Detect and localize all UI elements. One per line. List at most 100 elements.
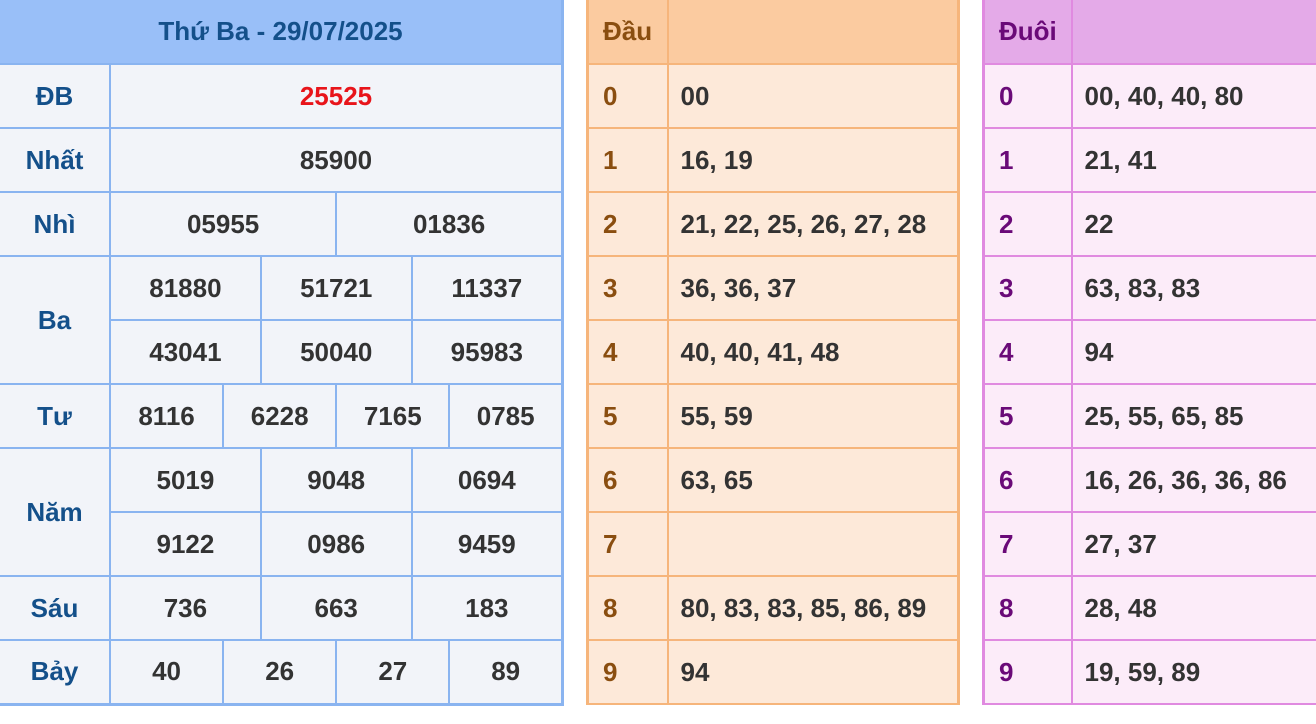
prize-value: 0694 — [410, 447, 564, 513]
duoi-values: 27, 37 — [1070, 511, 1316, 577]
dau-values: 55, 59 — [666, 383, 960, 449]
prize-value: 50040 — [259, 319, 413, 385]
duoi-row: 7 27, 37 — [982, 511, 1316, 577]
duoi-digit: 2 — [982, 191, 1073, 257]
duoi-values: 22 — [1070, 191, 1316, 257]
prize-value: 0986 — [259, 511, 413, 577]
dau-values: 40, 40, 41, 48 — [666, 319, 960, 385]
prize-row-nhat: Nhất 85900 — [0, 127, 564, 193]
dau-row: 8 80, 83, 83, 85, 86, 89 — [586, 575, 960, 641]
dau-row: 6 63, 65 — [586, 447, 960, 513]
dau-header: Đầu — [586, 0, 669, 65]
prize-value: 7165 — [335, 383, 451, 449]
duoi-values: 21, 41 — [1070, 127, 1316, 193]
duoi-values: 94 — [1070, 319, 1316, 385]
dau-table: Đầu 0 00 1 16, 19 2 21, 22, 25, 26, 27, 28 … — [586, 0, 960, 705]
prize-row-nam: Năm 5019 9048 0694 — [0, 447, 564, 577]
prize-value: 736 — [109, 575, 262, 641]
prize-value: 89 — [448, 639, 564, 705]
prize-label-nhi: Nhì — [0, 191, 111, 257]
dau-digit: 5 — [586, 383, 669, 449]
dau-digit: 2 — [586, 191, 669, 257]
dau-digit: 4 — [586, 319, 669, 385]
prize-label-ba: Ba — [0, 255, 111, 385]
duoi-header-row: Đuôi — [982, 0, 1316, 65]
prize-value: 95983 — [410, 319, 564, 385]
prize-value: 183 — [410, 575, 564, 641]
dau-digit: 8 — [586, 575, 669, 641]
duoi-row: 6 16, 26, 36, 36, 86 — [982, 447, 1316, 513]
dau-header-values — [666, 0, 960, 65]
duoi-values: 00, 40, 40, 80 — [1070, 63, 1316, 129]
prize-row-ba: Ba 81880 51721 11337 — [0, 255, 564, 385]
prize-label-nhat: Nhất — [0, 127, 111, 193]
prize-value: 9459 — [410, 511, 564, 577]
prize-label-bay: Bảy — [0, 639, 111, 705]
dau-digit: 0 — [586, 63, 669, 129]
duoi-row: 3 63, 83, 83 — [982, 255, 1316, 321]
duoi-table: Đuôi 0 00, 40, 40, 80 1 21, 41 2 22 3 63, 83… — [982, 0, 1316, 705]
duoi-digit: 4 — [982, 319, 1073, 385]
prize-value: 51721 — [259, 255, 413, 321]
dau-values: 80, 83, 83, 85, 86, 89 — [666, 575, 960, 641]
dau-row: 1 16, 19 — [586, 127, 960, 193]
dau-values: 21, 22, 25, 26, 27, 28 — [666, 191, 960, 257]
dau-digit: 9 — [586, 639, 669, 705]
duoi-row: 5 25, 55, 65, 85 — [982, 383, 1316, 449]
duoi-header-values — [1070, 0, 1316, 65]
duoi-values: 16, 26, 36, 36, 86 — [1070, 447, 1316, 513]
dau-values: 36, 36, 37 — [666, 255, 960, 321]
duoi-row: 8 28, 48 — [982, 575, 1316, 641]
duoi-values: 63, 83, 83 — [1070, 255, 1316, 321]
duoi-digit: 9 — [982, 639, 1073, 705]
duoi-digit: 1 — [982, 127, 1073, 193]
dau-header-row: Đầu — [586, 0, 960, 65]
dau-row: 2 21, 22, 25, 26, 27, 28 — [586, 191, 960, 257]
results-header-row: Thứ Ba - 29/07/2025 — [0, 0, 564, 65]
duoi-header: Đuôi — [982, 0, 1073, 65]
prize-label-sau: Sáu — [0, 575, 111, 641]
prize-value: 6228 — [222, 383, 338, 449]
duoi-values: 25, 55, 65, 85 — [1070, 383, 1316, 449]
prize-value: 26 — [222, 639, 338, 705]
dau-digit: 7 — [586, 511, 669, 577]
prize-value: 11337 — [410, 255, 564, 321]
dau-values — [666, 511, 960, 577]
prize-value: 05955 — [108, 191, 338, 257]
prize-label-db: ĐB — [0, 63, 111, 129]
dau-values: 94 — [666, 639, 960, 705]
dau-row: 3 36, 36, 37 — [586, 255, 960, 321]
prize-row-db: ĐB 25525 — [0, 63, 564, 129]
dau-values: 00 — [666, 63, 960, 129]
dau-values: 63, 65 — [666, 447, 960, 513]
dau-row: 7 — [586, 511, 960, 577]
duoi-digit: 7 — [982, 511, 1073, 577]
prize-value: 40 — [108, 639, 225, 705]
duoi-row: 1 21, 41 — [982, 127, 1316, 193]
prize-value: 663 — [259, 575, 413, 641]
prize-value: 81880 — [109, 255, 262, 321]
prize-row-nhi: Nhì 05955 01836 — [0, 191, 564, 257]
duoi-row: 0 00, 40, 40, 80 — [982, 63, 1316, 129]
duoi-digit: 8 — [982, 575, 1073, 641]
special-prize-value: 25525 — [109, 63, 564, 129]
duoi-digit: 3 — [982, 255, 1073, 321]
prize-row-bay: Bảy 40 26 27 89 — [0, 639, 564, 705]
prize-value: 85900 — [109, 127, 564, 193]
prize-label-tu: Tư — [0, 383, 111, 449]
duoi-row: 9 19, 59, 89 — [982, 639, 1316, 705]
dau-digit: 1 — [586, 127, 669, 193]
prize-value: 8116 — [108, 383, 225, 449]
dau-row: 5 55, 59 — [586, 383, 960, 449]
duoi-values: 28, 48 — [1070, 575, 1316, 641]
prize-value: 27 — [335, 639, 451, 705]
prize-value: 5019 — [109, 447, 262, 513]
prize-row-tu: Tư 8116 6228 7165 0785 — [0, 383, 564, 449]
dau-digit: 3 — [586, 255, 669, 321]
prize-value: 0785 — [448, 383, 564, 449]
prize-value: 43041 — [110, 319, 262, 385]
duoi-row: 2 22 — [982, 191, 1316, 257]
draw-date-title: Thứ Ba - 29/07/2025 — [0, 0, 564, 65]
prize-label-nam: Năm — [0, 447, 111, 577]
prize-value: 9122 — [110, 511, 262, 577]
